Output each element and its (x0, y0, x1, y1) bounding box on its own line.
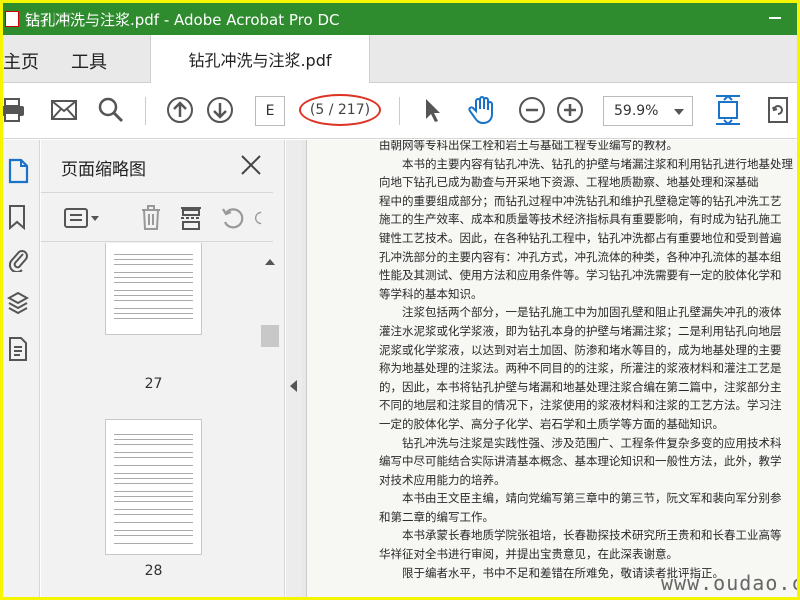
document-line: 由朝网等专科出保工栓和岩土与基础工程专业编写的教材。 (379, 140, 678, 152)
select-cursor-icon[interactable] (417, 95, 447, 125)
next-page-icon[interactable] (205, 95, 235, 125)
tab-tools[interactable]: 工具 (71, 48, 107, 74)
document-line: 本书由王文臣主编，靖向党编写第三章中的第三节，阮文军和裴向军分别参 (379, 491, 782, 506)
page-number-input[interactable]: E (255, 96, 285, 126)
document-line: 本书承蒙长春地质学院张祖培，长春勘探技术研究所王贵和和长春工业高等 (379, 528, 782, 543)
document-line: 向地下钻孔已成为勘查与开采地下资源、工程地质勘察、地基处理和深基础 (379, 175, 759, 190)
layers-icon[interactable] (6, 290, 30, 316)
fit-page-icon[interactable] (713, 94, 743, 126)
hand-tool-icon[interactable] (467, 95, 497, 125)
document-line: 孔冲洗部分的主要内容有：冲孔方式，冲孔流体的种类，各种冲孔流体的基本组 (379, 249, 782, 264)
page-thumbnails-icon[interactable] (7, 158, 29, 184)
thumbnail-list: 27 28 (41, 243, 261, 597)
close-icon[interactable] (240, 154, 262, 176)
panel-collapse-strip[interactable] (286, 140, 302, 597)
page-count: (5 / 217) (299, 94, 381, 126)
document-line: 键性工艺技术。因此，在各种钻孔工程中，钻孔冲洗都占有重要地位和受到普遍 (379, 230, 782, 245)
chevron-down-icon (674, 109, 684, 115)
options-menu-icon[interactable] (63, 205, 101, 231)
document-line: 等学科的基本知识。 (379, 286, 483, 301)
scroll-up-icon[interactable] (265, 259, 275, 265)
panel-title: 页面缩略图 (61, 160, 146, 180)
toolbar-divider (399, 97, 400, 125)
document-line: 称为地基处理的注浆法。两种不同目的的注浆，所灌注的浆液材料和灌注工艺是 (379, 361, 782, 376)
rotate-clockwise-icon[interactable] (255, 205, 271, 231)
document-line: 程中的重要组成部分；而钻孔过程中冲洗钻孔和维护孔壁稳定等的钻孔冲洗工艺 (379, 193, 782, 208)
minimize-icon[interactable] (769, 17, 781, 19)
toolbar-divider (145, 97, 146, 125)
rotate-counterclockwise-icon[interactable] (219, 205, 247, 231)
document-view[interactable]: 由朝网等专科出保工栓和岩土与基础工程专业编写的教材。 本书的主要内容有钻孔冲洗、… (302, 140, 797, 597)
print-icon[interactable] (3, 95, 27, 125)
toolbar: E (5 / 217) 59.9% (3, 83, 797, 139)
zoom-level-value: 59.9% (614, 103, 659, 119)
watermark-text: 选利可 (25, 11, 74, 29)
document-line: 和第二章的编写工作。 (379, 509, 494, 524)
page-thumbnail[interactable] (105, 243, 202, 335)
rotate-view-icon[interactable] (763, 95, 793, 125)
page-thumbnail[interactable] (105, 419, 202, 555)
zoom-in-icon[interactable] (555, 95, 585, 125)
zoom-out-icon[interactable] (517, 95, 547, 125)
document-line: 一定的胶体化学、高分子化学、岩石学和土质学等方面的基础知识。 (379, 416, 724, 431)
email-icon[interactable] (49, 95, 79, 125)
thumbnail-page-label: 28 (144, 563, 163, 579)
document-line: 灌注水泥浆或化学浆液，即为钻孔本身的护壁与堵漏注浆；二是利用钻孔向地层 (379, 323, 782, 338)
collapse-panel-icon[interactable] (290, 380, 297, 392)
thumbnail-page-label: 27 (144, 376, 163, 392)
document-properties-icon[interactable] (7, 336, 29, 362)
page-thumbnails-panel: 页面缩略图 27 28 (41, 140, 285, 597)
zoom-level-select[interactable]: 59.9% (603, 96, 693, 126)
document-line: 对技术应用能力的培养。 (379, 472, 506, 487)
app-window: 钻孔冲洗与注浆.pdf - Adobe Acrobat Pro DC 选利可 主… (3, 3, 797, 597)
search-icon[interactable] (96, 95, 126, 125)
panel-toolbar (41, 192, 273, 242)
scrollbar-thumb[interactable] (261, 325, 279, 347)
title-bar: 钻孔冲洗与注浆.pdf - Adobe Acrobat Pro DC 选利可 (3, 3, 797, 35)
attachment-icon[interactable] (7, 246, 29, 274)
thumbnail-scrollbar[interactable] (261, 243, 279, 597)
tab-document[interactable]: 钻孔冲洗与注浆.pdf (150, 35, 370, 83)
document-line: 华祥征对全书进行审阅，并提出宝贵意见，在此深表谢意。 (379, 547, 678, 562)
document-line: 性能及其测试、使用方法和应用条件等。学习钻孔冲洗需要有一定的胶体化学和 (379, 268, 782, 283)
document-line: 钻孔冲洗与注浆是实践性强、涉及范围广、工程条件复杂多变的应用技术科 (379, 435, 782, 450)
document-line: 注浆包括两个部分，一是钻孔施工中为加固孔壁和阻止孔壁漏失冲孔的液体 (379, 305, 782, 320)
document-text: 由朝网等专科出保工栓和岩土与基础工程专业编写的教材。 本书的主要内容有钻孔冲洗、… (379, 140, 797, 582)
document-line: 编写中尽可能结合实际讲清基本概念、基本理论知识和一般性方法，此外，教学 (379, 454, 782, 469)
pdf-file-icon (5, 11, 19, 27)
document-line: 施工的生产效率、成本和质量等技术经济指标具有重要影响，有时成为钻孔施工 (379, 212, 782, 227)
bookmark-icon[interactable] (7, 204, 29, 231)
previous-page-icon[interactable] (165, 95, 195, 125)
document-line: 本书的主要内容有钻孔冲洗、钻孔的护壁与堵漏注浆和利用钻孔进行地基处理 (379, 156, 793, 171)
tab-bar: 主页 工具 钻孔冲洗与注浆.pdf (3, 35, 797, 83)
document-line: 不同的地层和注浆目的情况下，注浆使用的浆液材料和注浆的工艺方法。学习注 (379, 398, 782, 413)
document-line: 泥浆或化学浆液，以达到对岩土加固、防渗和堵水等目的，成为地基处理的主要 (379, 342, 782, 357)
document-line: 的，因此，本书将钻孔护壁与堵漏和地基处理注浆合编在第二篇中，注浆部分主 (379, 379, 782, 394)
document-page: 由朝网等专科出保工栓和岩土与基础工程专业编写的教材。 本书的主要内容有钻孔冲洗、… (306, 140, 797, 597)
left-navigation (3, 140, 40, 597)
delete-page-icon[interactable] (137, 205, 165, 231)
tab-home[interactable]: 主页 (3, 48, 39, 74)
site-watermark: www.oudao.com (661, 571, 797, 595)
extract-page-icon[interactable] (177, 205, 205, 231)
